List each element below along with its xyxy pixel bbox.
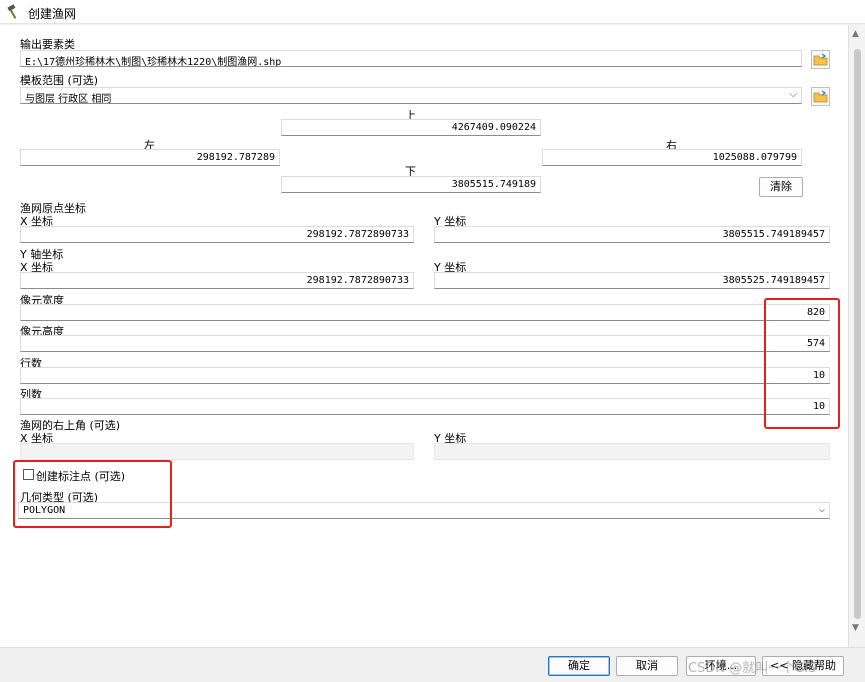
clear-button[interactable]: 清除	[759, 177, 803, 197]
scrollbar-thumb[interactable]	[854, 49, 861, 619]
chevron-down-icon: ⌵	[789, 89, 797, 100]
rows-field[interactable]: 10	[20, 367, 830, 384]
corner-x-field[interactable]	[20, 443, 414, 460]
origin-x-field[interactable]: 298192.7872890733	[20, 226, 414, 243]
output-path-field[interactable]: E:\17德州珍稀林木\制图\珍稀林木1220\制图渔网.shp	[20, 50, 802, 67]
top-extent-field[interactable]: 4267409.090224	[281, 119, 541, 136]
cell-width-field[interactable]: 820	[20, 304, 830, 321]
hammer-icon	[7, 4, 17, 19]
template-extent-select[interactable]: 与图层 行政区 相同 ⌵	[20, 87, 802, 104]
cancel-button[interactable]: 取消	[616, 656, 678, 676]
right-extent-field[interactable]: 1025088.079799	[542, 149, 802, 166]
chevron-down-icon: ⌵	[818, 504, 825, 515]
template-label: 模板范围 (可选)	[20, 74, 99, 87]
yaxis-y-field[interactable]: 3805525.749189457	[434, 272, 830, 289]
scroll-down-icon[interactable]: ▼	[852, 623, 859, 633]
folder-open-icon[interactable]	[811, 87, 830, 106]
origin-y-field[interactable]: 3805515.749189457	[434, 226, 830, 243]
corner-y-field[interactable]	[434, 443, 830, 460]
watermark: CSDN @就叫一个GIS	[688, 661, 817, 676]
ok-button[interactable]: 确定	[548, 656, 610, 676]
highlight-box-options	[13, 460, 172, 528]
title-bar: 创建渔网	[0, 0, 865, 24]
left-extent-field[interactable]: 298192.787289	[20, 149, 280, 166]
cell-height-field[interactable]: 574	[20, 335, 830, 352]
folder-open-icon[interactable]	[811, 50, 830, 69]
highlight-box-cell-values	[764, 298, 840, 429]
vertical-scrollbar[interactable]: ▲ ▼	[848, 25, 865, 647]
scroll-up-icon[interactable]: ▲	[852, 29, 859, 39]
template-extent-value: 与图层 行政区 相同	[25, 94, 112, 104]
cols-field[interactable]: 10	[20, 398, 830, 415]
bottom-extent-field[interactable]: 3805515.749189	[281, 176, 541, 193]
yaxis-x-field[interactable]: 298192.7872890733	[20, 272, 414, 289]
window-title: 创建渔网	[28, 7, 77, 21]
